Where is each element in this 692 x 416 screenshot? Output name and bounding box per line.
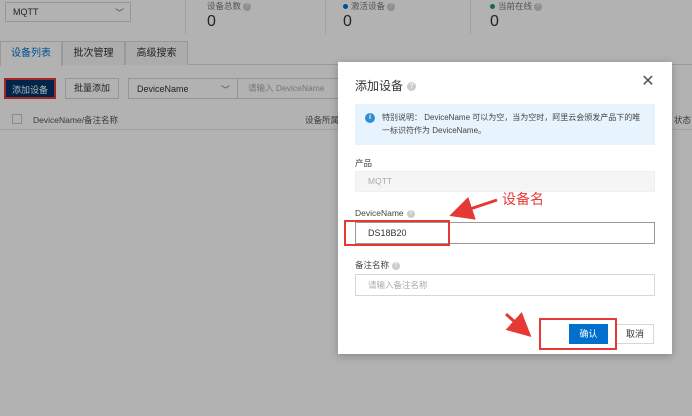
- help-icon[interactable]: ?: [392, 261, 401, 270]
- alias-input[interactable]: 请输入备注名称: [355, 274, 655, 296]
- notice-text: 特别说明： DeviceName 可以为空，当为空时，阿里云会颁发产品下的唯一标…: [382, 113, 641, 135]
- help-icon[interactable]: ?: [406, 209, 415, 218]
- cancel-button[interactable]: 取消: [616, 324, 654, 344]
- device-name-input[interactable]: DS18B20: [355, 222, 655, 244]
- device-name-label: DeviceName?: [355, 208, 415, 218]
- device-name-label-text: DeviceName: [355, 208, 404, 218]
- notice-box: i 特别说明： DeviceName 可以为空，当为空时，阿里云会颁发产品下的唯…: [355, 104, 655, 145]
- dialog-title: 添加设备?: [355, 77, 417, 94]
- confirm-button[interactable]: 确认: [569, 324, 608, 344]
- alias-label-text: 备注名称: [355, 260, 390, 270]
- close-icon[interactable]: ✕: [640, 74, 656, 90]
- info-icon: i: [365, 113, 375, 123]
- annotation-label: 设备名: [502, 192, 544, 208]
- dialog-title-text: 添加设备: [355, 79, 404, 93]
- product-label: 产品: [355, 158, 373, 168]
- help-icon[interactable]: ?: [407, 82, 417, 92]
- alias-label: 备注名称?: [355, 259, 401, 271]
